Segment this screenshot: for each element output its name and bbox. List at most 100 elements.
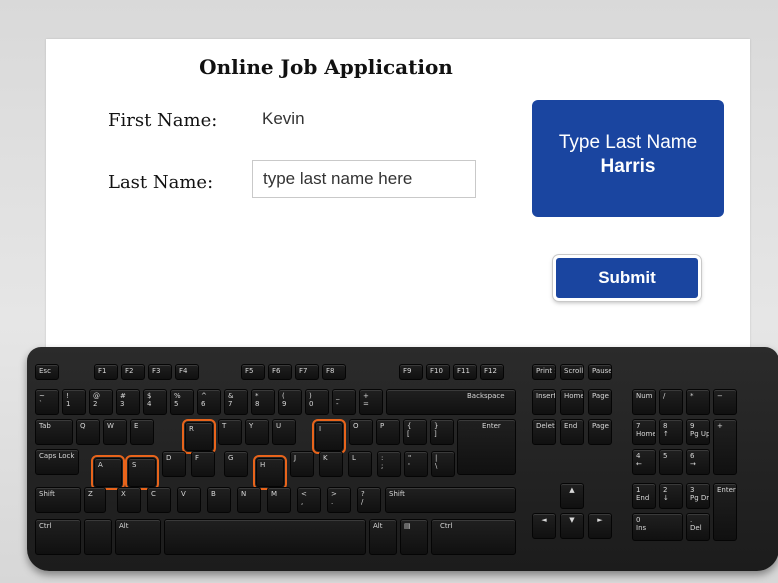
key-f3[interactable]: F3: [148, 364, 172, 380]
key-f7[interactable]: F7: [295, 364, 319, 380]
key-left-shift[interactable]: Shift: [35, 487, 81, 513]
key-f2[interactable]: F2: [121, 364, 145, 380]
key-backspace[interactable]: Backspace: [386, 389, 516, 415]
key-backslash[interactable]: | \: [431, 451, 455, 477]
key-equals[interactable]: + =: [359, 389, 383, 415]
key-i-highlighted[interactable]: I: [312, 419, 346, 454]
key-7[interactable]: & 7: [224, 389, 248, 415]
key-n[interactable]: N: [237, 487, 261, 513]
key-numpad-8[interactable]: 8 ↑: [659, 419, 683, 445]
key-f[interactable]: F: [191, 451, 215, 477]
key-minus[interactable]: _ -: [332, 389, 356, 415]
key-numpad-1[interactable]: 1 End: [632, 483, 656, 509]
key-0[interactable]: ) 0: [305, 389, 329, 415]
key-y[interactable]: Y: [245, 419, 269, 445]
key-home[interactable]: Home: [560, 389, 584, 415]
key-menu[interactable]: ▤: [400, 519, 428, 555]
key-f4[interactable]: F4: [175, 364, 199, 380]
key-semicolon[interactable]: : ;: [377, 451, 401, 477]
key-m[interactable]: M: [267, 487, 291, 513]
key-tilde[interactable]: ~ `: [35, 389, 59, 415]
key-numpad-divide[interactable]: /: [659, 389, 683, 415]
key-caps-lock[interactable]: Caps Lock: [35, 449, 79, 475]
key-slash[interactable]: ? /: [357, 487, 381, 513]
key-u[interactable]: U: [272, 419, 296, 445]
key-numpad-multiply[interactable]: *: [686, 389, 710, 415]
key-r-highlighted[interactable]: R: [182, 419, 216, 454]
key-h-highlighted[interactable]: H: [253, 455, 287, 490]
key-2[interactable]: @ 2: [89, 389, 113, 415]
key-numpad-decimal[interactable]: . Del: [686, 513, 710, 541]
key-3[interactable]: # 3: [116, 389, 140, 415]
key-numpad-0[interactable]: 0 Ins: [632, 513, 683, 541]
key-enter[interactable]: Enter: [457, 419, 516, 475]
key-numpad-3[interactable]: 3 Pg Dn: [686, 483, 710, 509]
key-c[interactable]: C: [147, 487, 171, 513]
key-numpad-2[interactable]: 2 ↓: [659, 483, 683, 509]
key-f5[interactable]: F5: [241, 364, 265, 380]
key-windows[interactable]: [84, 519, 112, 555]
key-9[interactable]: ( 9: [278, 389, 302, 415]
key-4[interactable]: $ 4: [143, 389, 167, 415]
key-l[interactable]: L: [348, 451, 372, 477]
key-f12[interactable]: F12: [480, 364, 504, 380]
key-numpad-plus[interactable]: +: [713, 419, 737, 475]
key-numpad-5[interactable]: 5: [659, 449, 683, 475]
key-right-shift[interactable]: Shift: [385, 487, 516, 513]
key-right-bracket[interactable]: } ]: [430, 419, 454, 445]
key-w[interactable]: W: [103, 419, 127, 445]
key-8[interactable]: * 8: [251, 389, 275, 415]
key-right-ctrl[interactable]: Ctrl: [431, 519, 516, 555]
key-v[interactable]: V: [177, 487, 201, 513]
key-numpad-enter[interactable]: Enter: [713, 483, 737, 541]
key-left-ctrl[interactable]: Ctrl: [35, 519, 81, 555]
key-1[interactable]: ! 1: [62, 389, 86, 415]
key-b[interactable]: B: [207, 487, 231, 513]
key-s-highlighted[interactable]: S: [125, 455, 159, 490]
submit-button[interactable]: Submit: [553, 255, 701, 301]
key-print-screen[interactable]: Print Screen: [532, 364, 556, 380]
key-a-highlighted[interactable]: A: [91, 455, 125, 490]
key-num-lock[interactable]: Num Lock: [632, 389, 656, 415]
key-x[interactable]: X: [117, 487, 141, 513]
key-d[interactable]: D: [162, 451, 186, 477]
key-p[interactable]: P: [376, 419, 400, 445]
key-o[interactable]: O: [349, 419, 373, 445]
key-6[interactable]: ^ 6: [197, 389, 221, 415]
key-tab[interactable]: Tab: [35, 419, 73, 445]
last-name-input[interactable]: [252, 160, 476, 198]
key-comma[interactable]: < ,: [297, 487, 321, 513]
key-delete[interactable]: Delete: [532, 419, 556, 445]
key-page-up[interactable]: Page Up: [588, 389, 612, 415]
key-arrow-right[interactable]: ►: [588, 513, 612, 539]
key-f11[interactable]: F11: [453, 364, 477, 380]
key-numpad-6[interactable]: 6 →: [686, 449, 710, 475]
key-pause-break[interactable]: Pause Break: [588, 364, 612, 380]
key-right-alt[interactable]: Alt: [369, 519, 397, 555]
key-t[interactable]: T: [218, 419, 242, 445]
key-numpad-minus[interactable]: −: [713, 389, 737, 415]
key-g[interactable]: G: [224, 451, 248, 477]
key-f10[interactable]: F10: [426, 364, 450, 380]
key-numpad-9[interactable]: 9 Pg Up: [686, 419, 710, 445]
key-q[interactable]: Q: [76, 419, 100, 445]
key-quote[interactable]: " ': [404, 451, 428, 477]
key-arrow-up[interactable]: ▲: [560, 483, 584, 509]
key-space[interactable]: [164, 519, 366, 555]
key-arrow-down[interactable]: ▼: [560, 513, 584, 539]
key-insert[interactable]: Insert: [532, 389, 556, 415]
key-f9[interactable]: F9: [399, 364, 423, 380]
key-left-alt[interactable]: Alt: [115, 519, 161, 555]
key-k[interactable]: K: [319, 451, 343, 477]
key-end[interactable]: End: [560, 419, 584, 445]
key-f6[interactable]: F6: [268, 364, 292, 380]
key-e[interactable]: E: [130, 419, 154, 445]
key-j[interactable]: J: [290, 451, 314, 477]
key-f8[interactable]: F8: [322, 364, 346, 380]
key-numpad-7[interactable]: 7 Home: [632, 419, 656, 445]
key-scroll-lock[interactable]: Scroll Lock: [560, 364, 584, 380]
key-esc[interactable]: Esc: [35, 364, 59, 380]
key-numpad-4[interactable]: 4 ←: [632, 449, 656, 475]
key-period[interactable]: > .: [327, 487, 351, 513]
key-arrow-left[interactable]: ◄: [532, 513, 556, 539]
